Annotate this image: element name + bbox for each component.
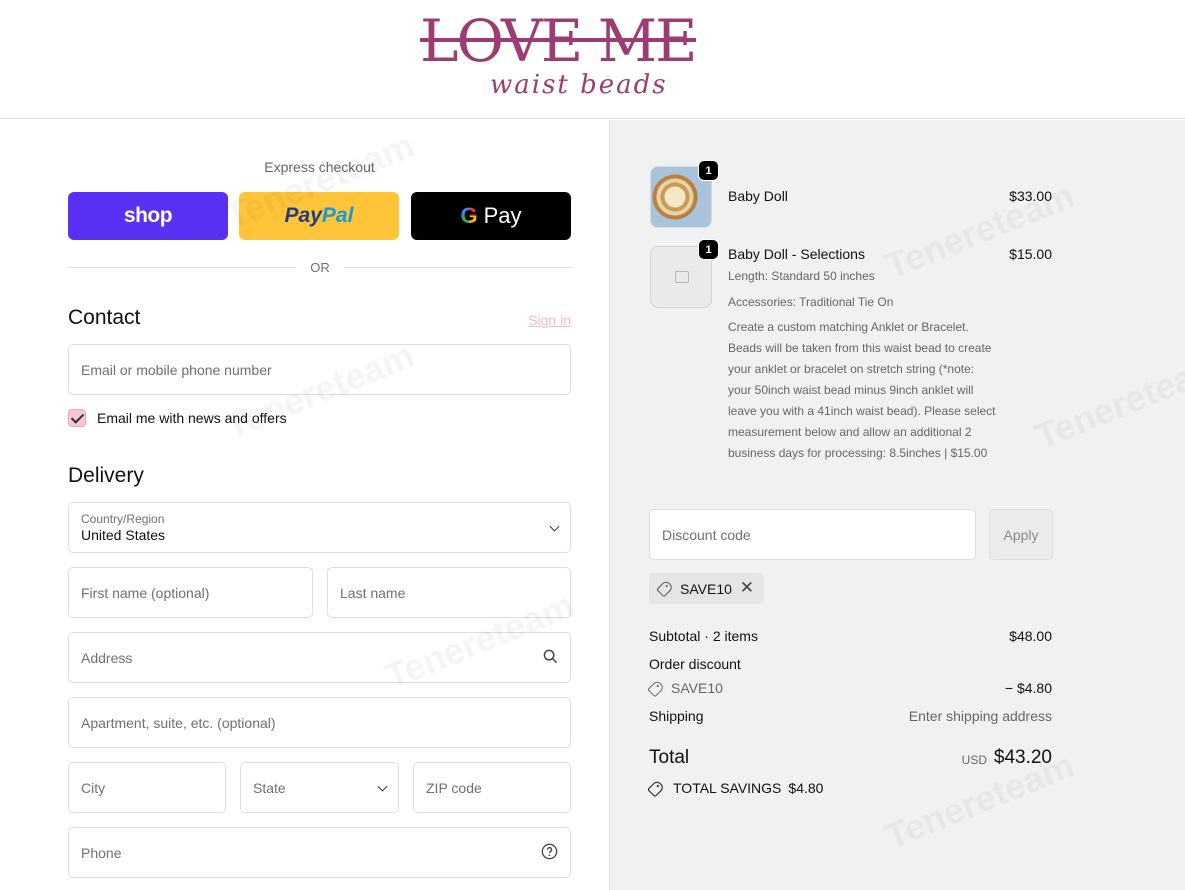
discount-code-label: SAVE10 <box>671 680 723 696</box>
last-name-field[interactable]: Last name <box>327 567 571 618</box>
checkout-form: Express checkout shop Pay Pal G Pay OR Co… <box>0 120 609 890</box>
newsletter-checkbox[interactable] <box>68 409 86 427</box>
savings-value: $4.80 <box>788 780 824 796</box>
tag-icon <box>647 779 665 797</box>
discount-code-field[interactable]: Discount code <box>649 509 976 560</box>
subtotal-label: Subtotal · 2 items <box>649 628 758 644</box>
total-currency: USD <box>961 753 987 767</box>
item-name: Baby Doll <box>728 188 788 204</box>
apply-discount-button[interactable]: Apply <box>989 509 1053 560</box>
tag-icon <box>656 579 674 598</box>
shop-pay-button[interactable]: shop <box>68 192 228 240</box>
watermark-text: Tenereteam <box>1029 344 1185 458</box>
last-name-placeholder: Last name <box>340 584 406 601</box>
apply-label: Apply <box>1003 526 1039 543</box>
apartment-field[interactable]: Apartment, suite, etc. (optional) <box>68 697 571 748</box>
paypal-label-1: Pay <box>284 204 322 227</box>
discount-value: − $4.80 <box>1004 680 1052 696</box>
order-discount-label: Order discount <box>649 656 741 672</box>
country-label: Country/Region <box>81 512 165 526</box>
country-select[interactable]: Country/Region United States <box>68 502 571 553</box>
total-value: $43.20 <box>993 747 1052 768</box>
google-pay-button[interactable]: G Pay <box>411 192 571 240</box>
contact-title: Contact <box>68 306 141 329</box>
discount-code-row: SAVE10 <box>647 679 723 697</box>
image-placeholder-icon <box>675 271 689 283</box>
help-circle-icon[interactable] <box>541 843 558 863</box>
phone-placeholder: Phone <box>81 844 122 861</box>
total-savings: TOTAL SAVINGS $4.80 <box>647 779 824 797</box>
logo-sub-text: waist beads <box>490 70 668 100</box>
order-summary: 1 Baby Doll $33.00 1 Baby Doll - Selecti… <box>609 120 1185 890</box>
item-price: $33.00 <box>1009 188 1052 204</box>
total-label: Total <box>649 747 690 768</box>
remove-discount-icon[interactable]: ✕ <box>740 578 754 598</box>
discount-code-placeholder: Discount code <box>662 526 751 543</box>
state-select[interactable]: State <box>240 762 399 813</box>
item-accessories: Accessories: Traditional Tie On <box>728 295 894 309</box>
chevron-down-icon <box>377 781 388 792</box>
address-field[interactable]: Address <box>68 632 571 683</box>
paypal-button[interactable]: Pay Pal <box>239 192 399 240</box>
applied-discount-chip: SAVE10 ✕ <box>649 573 764 604</box>
quantity-badge: 1 <box>698 160 719 181</box>
email-field[interactable]: Email or mobile phone number <box>68 344 571 395</box>
item-name: Baby Doll - Selections <box>728 246 865 262</box>
or-divider-left <box>68 267 296 268</box>
city-field[interactable]: City <box>68 762 226 813</box>
tag-icon <box>647 679 665 697</box>
address-placeholder: Address <box>81 649 133 666</box>
store-logo[interactable]: LOVE ME waist beads <box>420 10 710 110</box>
state-placeholder: State <box>253 779 286 796</box>
logo-strike-line <box>420 38 696 42</box>
first-name-placeholder: First name (optional) <box>81 584 210 601</box>
apartment-placeholder: Apartment, suite, etc. (optional) <box>81 714 276 731</box>
country-value: United States <box>81 527 166 543</box>
or-divider-text: OR <box>310 260 330 275</box>
google-pay-label: Pay <box>483 203 522 228</box>
or-divider-right <box>344 267 571 268</box>
search-icon <box>543 649 558 667</box>
item-length: Length: Standard 50 inches <box>728 269 875 283</box>
header: LOVE ME waist beads <box>0 0 1185 119</box>
phone-field[interactable]: Phone <box>68 827 571 878</box>
newsletter-label: Email me with news and offers <box>97 410 287 426</box>
zip-placeholder: ZIP code <box>426 779 482 796</box>
chevron-down-icon <box>549 521 560 532</box>
google-g-icon: G <box>460 203 478 228</box>
delivery-title: Delivery <box>68 464 144 487</box>
paypal-label-2: Pal <box>321 204 354 227</box>
quantity-badge: 1 <box>698 239 719 260</box>
city-placeholder: City <box>81 779 106 796</box>
shipping-value: Enter shipping address <box>908 708 1052 724</box>
savings-label: TOTAL SAVINGS <box>673 780 782 796</box>
subtotal-value: $48.00 <box>1009 628 1052 644</box>
express-checkout-title: Express checkout <box>264 159 375 175</box>
first-name-field[interactable]: First name (optional) <box>68 567 313 618</box>
item-price: $15.00 <box>1009 246 1052 262</box>
shipping-label: Shipping <box>649 708 704 724</box>
zip-field[interactable]: ZIP code <box>413 762 571 813</box>
shop-pay-label: shop <box>123 204 173 227</box>
applied-code-text: SAVE10 <box>680 580 732 597</box>
item-description: Create a custom matching Anklet or Brace… <box>728 320 996 460</box>
email-placeholder: Email or mobile phone number <box>81 361 272 378</box>
sign-in-link[interactable]: Sign in <box>520 312 571 328</box>
